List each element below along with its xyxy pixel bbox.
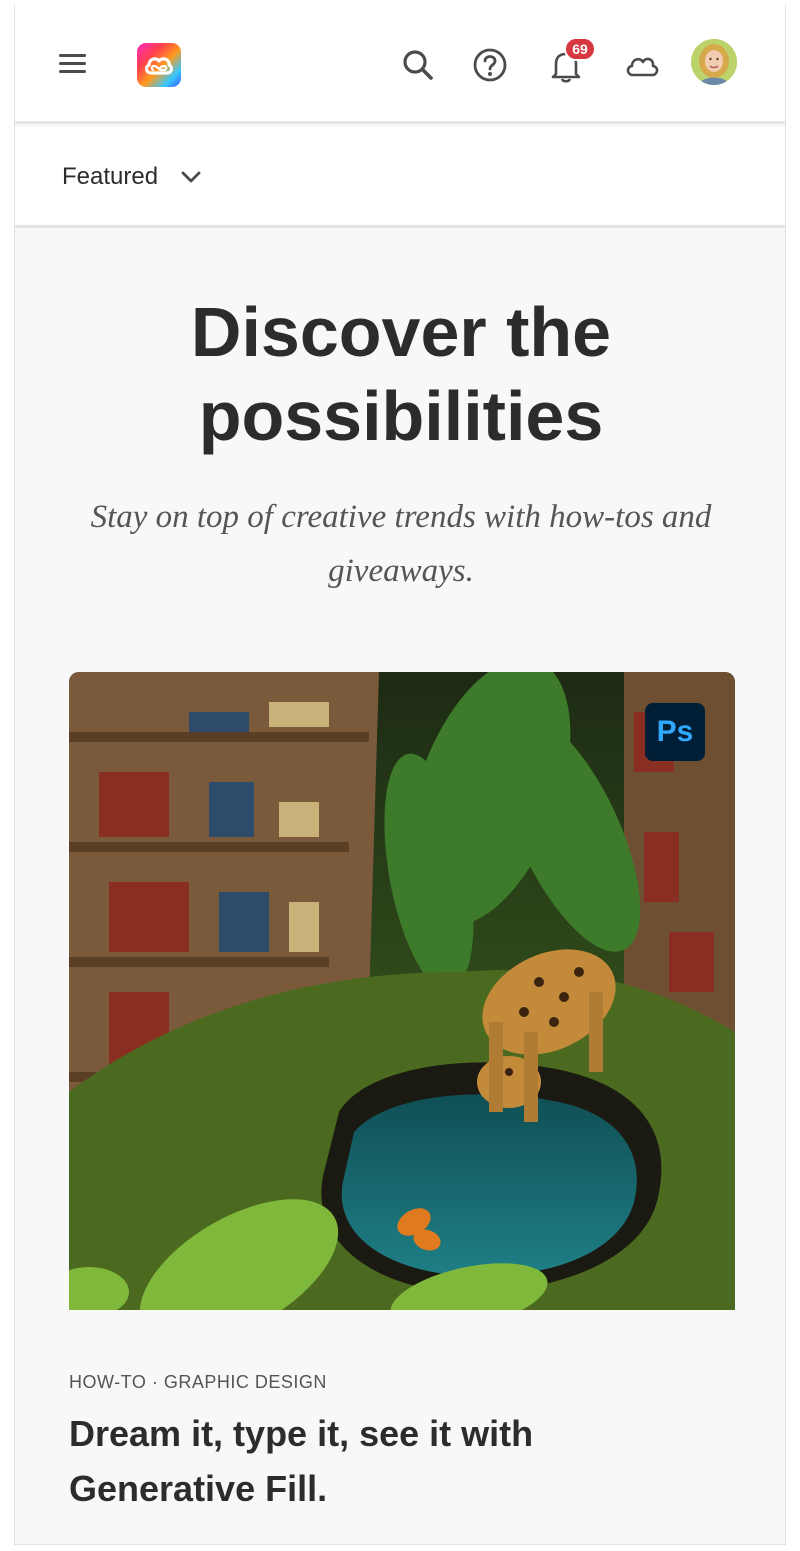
menu-bar: [59, 54, 86, 57]
dropdown-label: Featured: [62, 163, 159, 190]
avatar-image: [691, 39, 737, 85]
app-frame: 69 Featured Discover the possibilities S…: [14, 4, 786, 1545]
filter-bar: Featured: [15, 127, 785, 228]
photoshop-badge: Ps: [645, 703, 705, 761]
search-icon[interactable]: [399, 46, 437, 84]
article-hero-image[interactable]: Ps: [69, 672, 735, 1310]
menu-bar: [59, 70, 86, 73]
menu-bar: [59, 62, 86, 65]
article-title-link[interactable]: Dream it, type it, see it with Generativ…: [69, 1406, 689, 1516]
notification-count-badge: 69: [564, 37, 596, 61]
creative-cloud-logo[interactable]: [137, 43, 181, 87]
page-subtitle: Stay on top of creative trends with how-…: [90, 499, 712, 589]
library-jungle-jaguar-image: [69, 672, 735, 1310]
article-category: HOW-TO · GRAPHIC DESIGN: [69, 1372, 327, 1392]
cloud-icon[interactable]: [623, 46, 661, 84]
page-title: Discover the possibilities: [190, 293, 612, 455]
featured-dropdown[interactable]: Featured: [62, 161, 202, 193]
avatar[interactable]: [691, 39, 737, 85]
creative-cloud-mark-icon: [144, 57, 174, 75]
hamburger-menu-icon[interactable]: [59, 52, 87, 76]
help-icon[interactable]: [471, 46, 509, 84]
app-header: 69: [15, 4, 785, 124]
chevron-down-icon: [181, 171, 201, 183]
